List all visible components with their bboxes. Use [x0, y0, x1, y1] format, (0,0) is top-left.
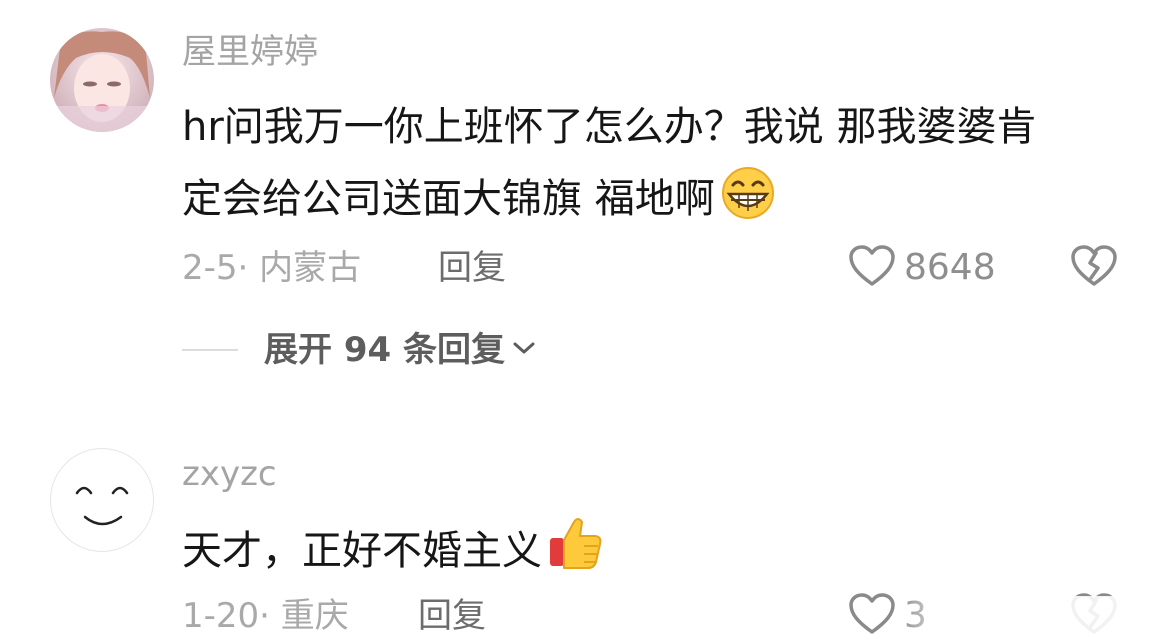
- grinning-face-emoji: [719, 166, 777, 240]
- expand-replies-label: 展开 94 条回复: [264, 330, 505, 370]
- divider: [182, 349, 238, 351]
- comment-item: 屋里婷婷 hr问我万一你上班怀了怎么办？我说 那我婆婆肯 定会给公司送面大锦旗 …: [0, 0, 1170, 420]
- comment-date-location: 2-5· 内蒙古: [182, 248, 362, 288]
- chevron-down-icon: [511, 338, 537, 362]
- username[interactable]: 屋里婷婷: [182, 32, 318, 72]
- reply-button[interactable]: 回复: [438, 248, 506, 288]
- comment-text: 天才，正好不婚主义: [182, 528, 542, 574]
- comment-text: 定会给公司送面大锦旗 福地啊: [182, 176, 715, 222]
- reply-button[interactable]: 回复: [418, 596, 486, 636]
- comment-text-line-2: 定会给公司送面大锦旗 福地啊: [182, 166, 777, 240]
- dislike-button[interactable]: [1070, 244, 1118, 292]
- heart-outline-icon: [848, 592, 896, 640]
- watermark-overlay: [900, 596, 1170, 644]
- avatar[interactable]: [50, 28, 154, 132]
- broken-heart-icon: [1070, 245, 1118, 292]
- like-button[interactable]: 8648: [848, 244, 996, 292]
- expand-replies-button[interactable]: 展开 94 条回复: [182, 330, 537, 370]
- like-count: 8648: [904, 247, 996, 288]
- comment-text-line-1: hr问我万一你上班怀了怎么办？我说 那我婆婆肯: [182, 104, 1037, 150]
- thumbs-up-emoji: [546, 514, 604, 592]
- avatar[interactable]: [50, 448, 154, 552]
- username[interactable]: zxyzc: [182, 454, 277, 494]
- comment-date-location: 1-20· 重庆: [182, 596, 349, 636]
- heart-outline-icon: [848, 244, 896, 292]
- comment-text-line-1: 天才，正好不婚主义: [182, 514, 604, 592]
